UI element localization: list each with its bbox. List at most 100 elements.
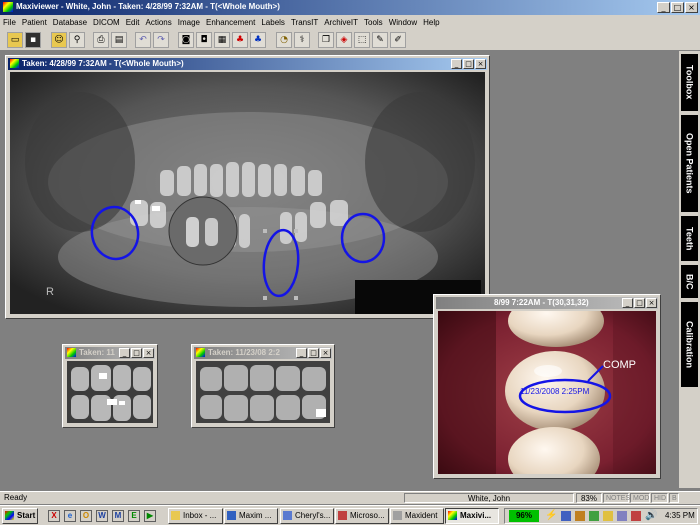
task-label: Inbox - ... bbox=[183, 511, 217, 520]
minimize-button[interactable]: _ bbox=[296, 348, 307, 358]
maximize-button[interactable]: □ bbox=[463, 59, 474, 69]
tray-app-icon-2[interactable] bbox=[575, 511, 585, 521]
undo-icon[interactable]: ↶ bbox=[135, 32, 151, 48]
ql-media-icon[interactable]: ▶ bbox=[144, 510, 156, 522]
close-button[interactable]: × bbox=[320, 348, 331, 358]
menu-dicom[interactable]: DICOM bbox=[90, 18, 123, 27]
tab-teeth[interactable]: Teeth bbox=[681, 216, 698, 261]
minimize-button[interactable]: _ bbox=[622, 298, 633, 308]
power-plug-icon[interactable]: ⚡ bbox=[545, 510, 557, 522]
task-label: Maxivi... bbox=[460, 511, 492, 520]
app-icon bbox=[338, 511, 347, 520]
ql-ie-icon[interactable]: e bbox=[64, 510, 76, 522]
windows-logo-icon bbox=[5, 511, 14, 520]
intraoral-photo[interactable]: COMP 11/23/2008 2:25PM bbox=[438, 311, 656, 474]
open-icon[interactable]: ▭ bbox=[7, 32, 23, 48]
menu-help[interactable]: Help bbox=[420, 18, 442, 27]
window-icon bbox=[67, 348, 76, 357]
task-cheryls[interactable]: Cheryl's... bbox=[280, 508, 334, 524]
tray-app-icon-1[interactable] bbox=[561, 511, 571, 521]
speaker-icon[interactable]: 🔊 bbox=[645, 509, 657, 523]
tab-toolbox[interactable]: Toolbox bbox=[681, 54, 698, 111]
bitewing-xray-image-2[interactable] bbox=[196, 361, 330, 423]
start-button[interactable]: Start bbox=[2, 508, 38, 524]
close-button[interactable]: × bbox=[685, 2, 698, 13]
close-button[interactable]: × bbox=[475, 59, 486, 69]
open-patient-icon[interactable]: ☺ bbox=[51, 32, 67, 48]
menu-archiveit[interactable]: ArchiveIT bbox=[321, 18, 361, 27]
menu-image[interactable]: Image bbox=[175, 18, 203, 27]
print-icon[interactable]: ⎙ bbox=[93, 32, 109, 48]
status-hid: HID bbox=[651, 493, 668, 503]
menu-enhancement[interactable]: Enhancement bbox=[203, 18, 258, 27]
bitewing-xray-image-1[interactable] bbox=[67, 361, 153, 423]
menu-transit[interactable]: TransIT bbox=[288, 18, 321, 27]
tab-calibration[interactable]: Calibration bbox=[681, 302, 698, 387]
maximize-button[interactable]: □ bbox=[308, 348, 319, 358]
menu-patient[interactable]: Patient bbox=[19, 18, 50, 27]
app-icon bbox=[393, 511, 402, 520]
comp-label: COMP bbox=[603, 359, 636, 371]
task-inbox[interactable]: Inbox - ... bbox=[168, 508, 223, 524]
ql-mail-icon[interactable]: M bbox=[112, 510, 124, 522]
tab-bc[interactable]: B/C bbox=[681, 265, 698, 298]
maximize-button[interactable]: □ bbox=[671, 2, 684, 13]
measure-icon[interactable]: ◔ bbox=[276, 32, 292, 48]
start-label: Start bbox=[17, 511, 36, 520]
ql-excel-icon[interactable]: E bbox=[128, 510, 140, 522]
search-patient-icon[interactable]: ⚲ bbox=[69, 32, 85, 48]
outlook-icon bbox=[171, 511, 180, 520]
close-button[interactable]: × bbox=[143, 348, 154, 358]
tray-app-icon-6[interactable] bbox=[631, 511, 641, 521]
camera2-icon[interactable]: ◘ bbox=[196, 32, 212, 48]
tooth-icon[interactable]: ⚕ bbox=[294, 32, 310, 48]
task-microsoft[interactable]: Microso... bbox=[335, 508, 389, 524]
task-maxiviewer[interactable]: Maxivi... bbox=[445, 508, 499, 524]
menu-edit[interactable]: Edit bbox=[123, 18, 143, 27]
clock[interactable]: 4:35 PM bbox=[665, 511, 695, 521]
teeth-color-icon[interactable]: ♣ bbox=[232, 32, 248, 48]
maximize-button[interactable]: □ bbox=[131, 348, 142, 358]
tray-app-icon-5[interactable] bbox=[617, 511, 627, 521]
close-button[interactable]: × bbox=[646, 298, 657, 308]
menu-tools[interactable]: Tools bbox=[361, 18, 386, 27]
menu-actions[interactable]: Actions bbox=[143, 18, 175, 27]
ql-x-icon[interactable]: X bbox=[48, 510, 60, 522]
tab-open-patients[interactable]: Open Patients bbox=[681, 115, 698, 212]
minimize-button[interactable]: _ bbox=[119, 348, 130, 358]
bitewing-window-2[interactable]: Taken: 11/23/08 2:2 _ □ × bbox=[191, 344, 335, 428]
maximize-button[interactable]: □ bbox=[634, 298, 645, 308]
intraoral-window[interactable]: 8/99 7:22AM - T(30,31,32) _ □ × COMP 11/… bbox=[433, 294, 661, 479]
side-tab-panel: Toolbox Open Patients Teeth B/C Calibrat… bbox=[679, 51, 700, 488]
color-icon[interactable]: ◈ bbox=[336, 32, 352, 48]
panoramic-xray-image[interactable]: R bbox=[10, 72, 485, 314]
minimize-button[interactable]: _ bbox=[657, 2, 670, 13]
annotate-icon[interactable]: ✐ bbox=[390, 32, 406, 48]
ql-outlook-icon[interactable]: O bbox=[80, 510, 92, 522]
menu-window[interactable]: Window bbox=[386, 18, 420, 27]
minimize-button[interactable]: _ bbox=[451, 59, 462, 69]
ql-word-icon[interactable]: W bbox=[96, 510, 108, 522]
menu-file[interactable]: File bbox=[0, 18, 19, 27]
tray-app-icon-4[interactable] bbox=[603, 511, 613, 521]
camera-icon[interactable]: ◙ bbox=[178, 32, 194, 48]
panoramic-window[interactable]: Taken: 4/28/99 7:32AM - T(<Whole Mouth>)… bbox=[5, 55, 490, 319]
copy-icon[interactable]: ❐ bbox=[318, 32, 334, 48]
film-icon[interactable]: ▦ bbox=[214, 32, 230, 48]
app-title-bar[interactable]: Maxiviewer - White, John - Taken: 4/28/9… bbox=[0, 0, 700, 15]
tray-app-icon-3[interactable] bbox=[589, 511, 599, 521]
bitewing-window-1[interactable]: Taken: 11/2 _ □ × bbox=[62, 344, 158, 428]
print-preview-icon[interactable]: ▤ bbox=[111, 32, 127, 48]
save-icon[interactable]: ▪ bbox=[25, 32, 41, 48]
draw-tool-icon[interactable]: ✎ bbox=[372, 32, 388, 48]
select-icon[interactable]: ⬚ bbox=[354, 32, 370, 48]
app-icon bbox=[3, 2, 13, 12]
menu-labels[interactable]: Labels bbox=[258, 18, 288, 27]
task-maxident[interactable]: Maxident bbox=[390, 508, 444, 524]
battery-indicator[interactable]: 96% bbox=[509, 510, 539, 522]
task-maxim[interactable]: Maxim ... bbox=[224, 508, 278, 524]
app-icon bbox=[227, 511, 236, 520]
redo-icon[interactable]: ↷ bbox=[153, 32, 169, 48]
menu-database[interactable]: Database bbox=[50, 18, 90, 27]
teeth-blue-icon[interactable]: ♣ bbox=[250, 32, 266, 48]
